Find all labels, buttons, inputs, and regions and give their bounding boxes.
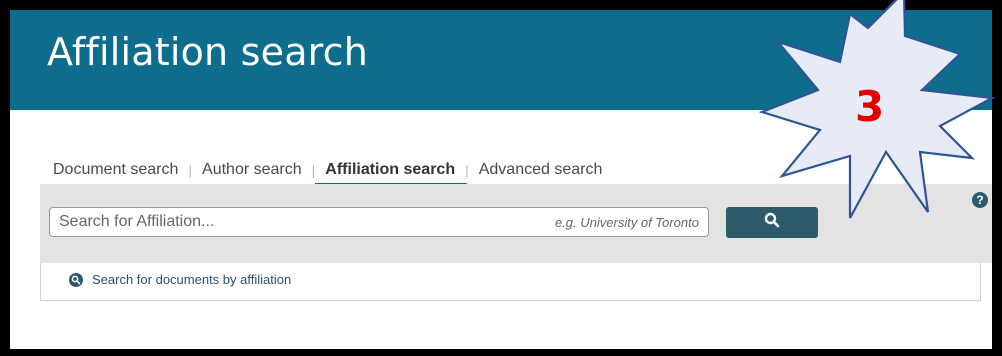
search-options-panel: Search for documents by affiliation xyxy=(40,263,981,301)
search-tabs: Document search | Author search | Affili… xyxy=(53,161,603,185)
tab-separator: | xyxy=(465,162,469,178)
tab-author-search[interactable]: Author search xyxy=(202,161,302,179)
search-circle-icon xyxy=(69,272,83,287)
search-example-hint: e.g. University of Toronto xyxy=(554,214,699,230)
tab-separator: | xyxy=(188,162,193,178)
search-documents-by-affiliation-link[interactable]: Search for documents by affiliation xyxy=(69,272,291,287)
search-placeholder: Search for Affiliation... xyxy=(59,213,215,230)
page-title: Affiliation search xyxy=(47,30,369,74)
tab-separator: | xyxy=(311,162,316,178)
tab-advanced-search[interactable]: Advanced search xyxy=(479,161,603,179)
search-documents-by-affiliation-label: Search for documents by affiliation xyxy=(92,272,292,287)
affiliation-search-input[interactable]: Search for Affiliation... e.g. Universit… xyxy=(49,207,709,237)
tab-document-search[interactable]: Document search xyxy=(53,161,178,179)
annotation-number: 3 xyxy=(855,82,885,131)
tab-affiliation-search[interactable]: Affiliation search xyxy=(315,161,467,185)
